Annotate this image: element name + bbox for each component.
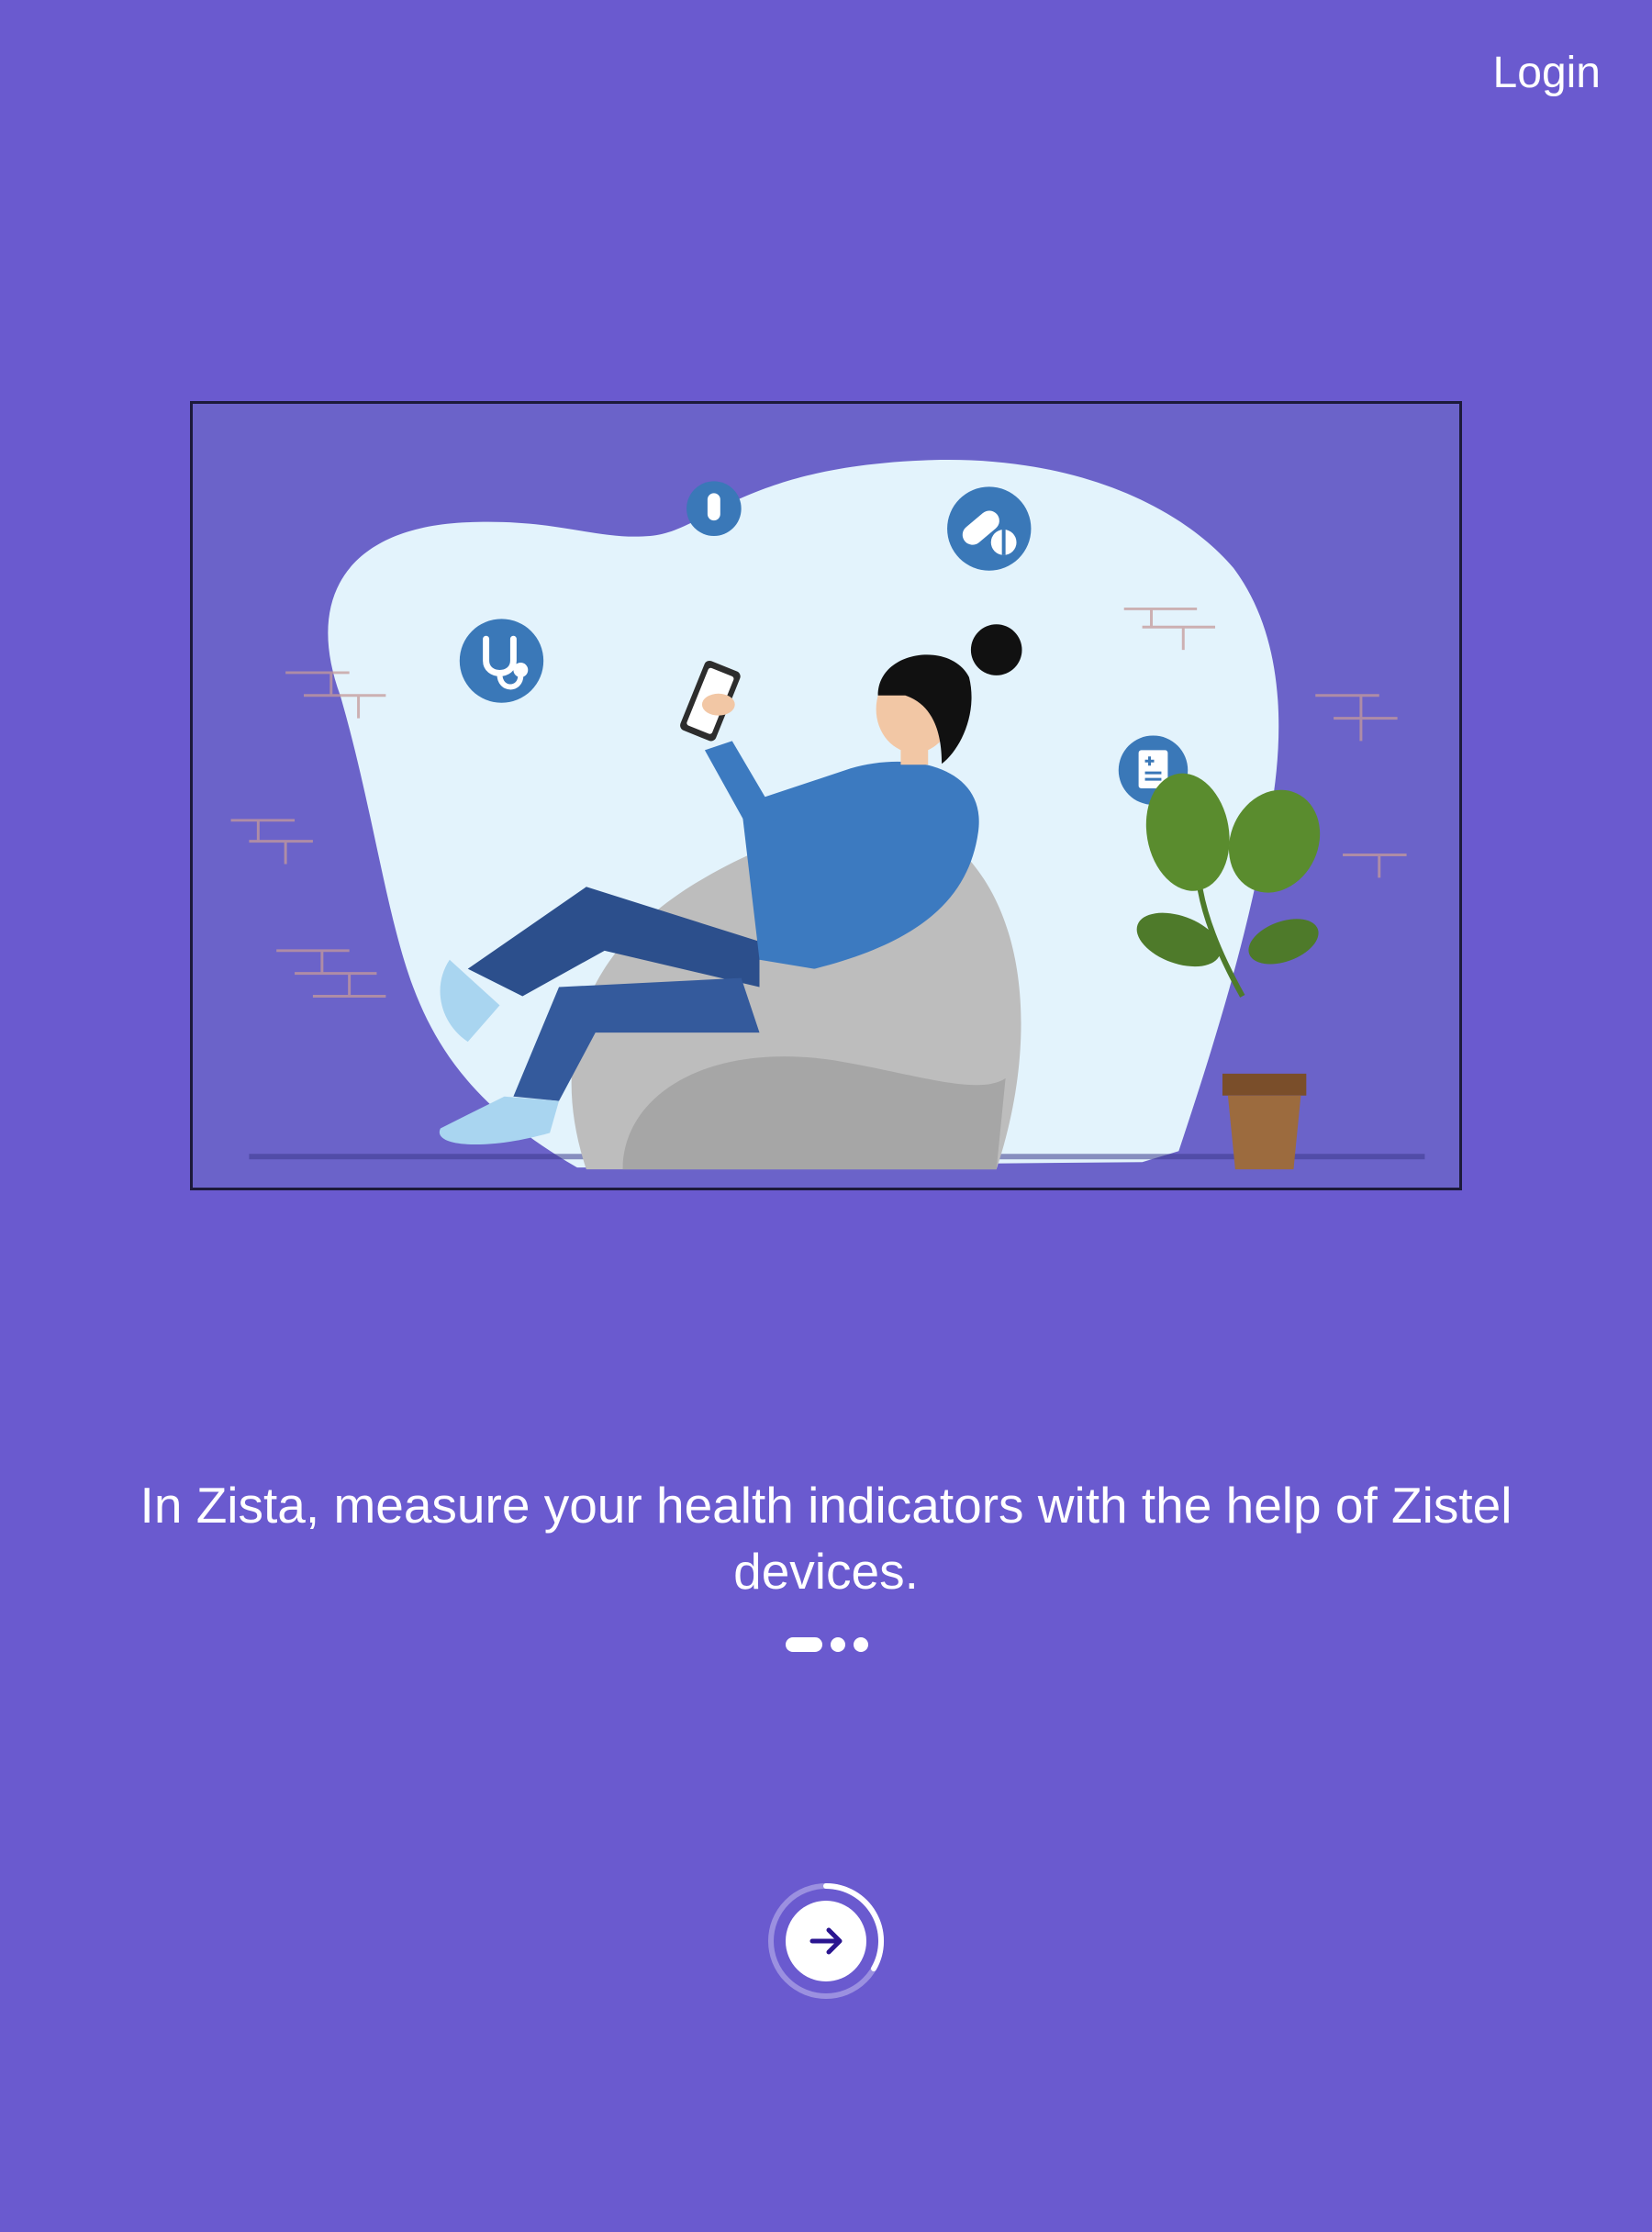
page-dot-active xyxy=(786,1637,822,1652)
login-link[interactable]: Login xyxy=(1493,44,1601,103)
next-button[interactable] xyxy=(766,1881,886,2001)
pills-icon xyxy=(947,486,1032,571)
page-dot xyxy=(854,1637,868,1652)
stethoscope-icon xyxy=(459,619,544,703)
test-tube-icon xyxy=(686,481,742,536)
onboarding-caption: In Zista, measure your health indicators… xyxy=(140,1477,1512,1600)
page-dot xyxy=(831,1637,845,1652)
page-indicator xyxy=(786,1636,868,1653)
onboarding-illustration xyxy=(190,401,1462,1190)
